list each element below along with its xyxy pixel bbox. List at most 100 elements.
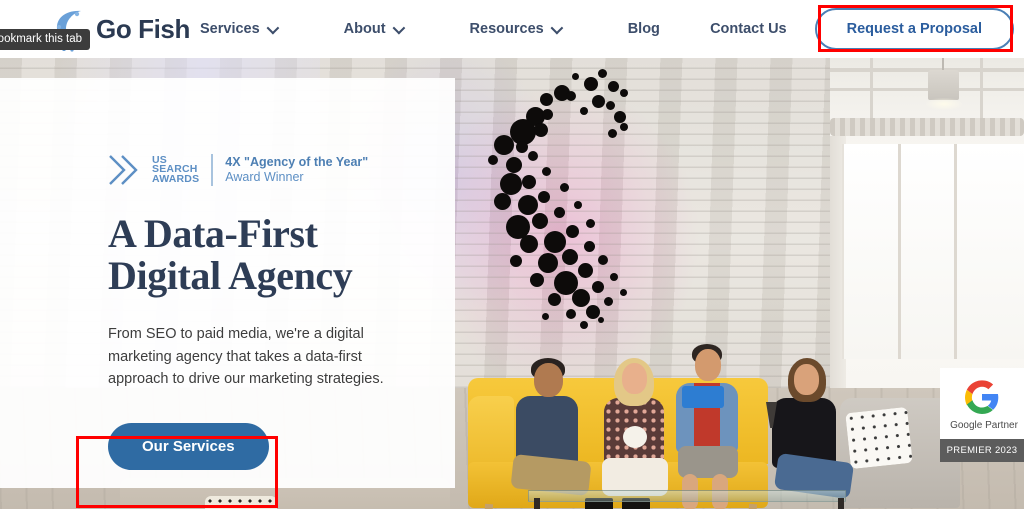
award-divider bbox=[211, 154, 214, 186]
art-bubble bbox=[530, 273, 544, 287]
award-text: 4X "Agency of the Year" Award Winner bbox=[225, 155, 368, 185]
art-bubble bbox=[534, 123, 548, 137]
sofa-leg bbox=[482, 503, 494, 509]
art-bubble bbox=[578, 263, 593, 278]
hero-paragraph: From SEO to paid media, we're a digital … bbox=[108, 326, 384, 387]
glass-coffee-table bbox=[528, 490, 846, 502]
art-bubble bbox=[608, 129, 617, 138]
art-bubble bbox=[494, 193, 511, 210]
art-bubble bbox=[584, 241, 595, 252]
art-bubble bbox=[580, 107, 588, 115]
ceiling-beam bbox=[830, 68, 1024, 72]
art-bubble bbox=[540, 93, 553, 106]
pendant-light-glow bbox=[926, 98, 962, 110]
held-blue-award bbox=[682, 386, 724, 408]
foreground-pillow bbox=[205, 496, 277, 509]
art-bubble bbox=[608, 81, 619, 92]
art-bubble bbox=[584, 77, 598, 91]
logo-text: Go Fish bbox=[96, 13, 190, 44]
nav-item-about[interactable]: About bbox=[343, 21, 405, 37]
art-bubble bbox=[542, 109, 553, 120]
glass-partition bbox=[842, 144, 1024, 359]
ceiling-beam bbox=[830, 88, 1024, 91]
art-bubble bbox=[548, 293, 561, 306]
art-bubble bbox=[510, 255, 522, 267]
nav-item-resources[interactable]: Resources bbox=[469, 21, 563, 37]
hvac-duct bbox=[830, 118, 1024, 136]
art-bubble bbox=[518, 195, 538, 215]
headline-line2: Digital Agency bbox=[108, 253, 353, 298]
art-bubble bbox=[542, 167, 551, 176]
google-g-icon bbox=[965, 380, 999, 414]
chevron-down-icon bbox=[392, 21, 405, 34]
art-bubble bbox=[528, 151, 538, 161]
head bbox=[622, 363, 647, 394]
navigation-bar: Go Fish Services About Resources Blog Co… bbox=[0, 0, 1024, 58]
art-bubble bbox=[606, 101, 615, 110]
our-services-button[interactable]: Our Services bbox=[108, 422, 269, 470]
award-badge: US SEARCH AWARDS 4X "Agency of the Year"… bbox=[108, 153, 438, 187]
held-award-ball bbox=[623, 426, 647, 448]
chevron-down-icon bbox=[550, 21, 563, 34]
art-bubble bbox=[516, 141, 528, 153]
art-bubble bbox=[580, 321, 588, 329]
head bbox=[794, 364, 819, 395]
nav-item-services[interactable]: Services bbox=[200, 21, 279, 37]
sofa-leg bbox=[746, 503, 758, 509]
art-bubble bbox=[574, 201, 582, 209]
art-bubble bbox=[542, 313, 549, 320]
page-title: A Data-First Digital Agency bbox=[108, 213, 438, 297]
google-partner-badge[interactable]: Google Partner PREMIER 2023 bbox=[940, 368, 1024, 462]
art-bubble bbox=[538, 253, 558, 273]
chevrons-icon bbox=[108, 153, 150, 187]
nav-label: About bbox=[343, 21, 386, 37]
art-bubble bbox=[494, 135, 514, 155]
google-partner-label: Google Partner bbox=[950, 420, 1018, 431]
window-mullion bbox=[898, 144, 901, 359]
art-bubble bbox=[520, 235, 538, 253]
page-root: US SEARCH AWARDS 4X "Agency of the Year"… bbox=[0, 0, 1024, 509]
primary-nav: Services About Resources Blog bbox=[200, 0, 660, 58]
head bbox=[695, 349, 721, 381]
art-bubble bbox=[604, 297, 613, 306]
request-a-proposal-button[interactable]: Request a Proposal bbox=[814, 8, 1014, 50]
google-partner-tier: PREMIER 2023 bbox=[940, 439, 1024, 462]
head bbox=[534, 363, 563, 397]
nav-actions: Contact Us Request a Proposal bbox=[710, 0, 1014, 58]
nav-item-blog[interactable]: Blog bbox=[628, 21, 660, 37]
art-bubble bbox=[566, 225, 579, 238]
art-bubble bbox=[620, 289, 627, 296]
award-subtitle: Award Winner bbox=[225, 170, 304, 184]
table-leg bbox=[838, 498, 844, 509]
art-bubble bbox=[586, 219, 595, 228]
art-bubble bbox=[610, 273, 618, 281]
window-mullion bbox=[954, 144, 957, 359]
art-bubble bbox=[620, 89, 628, 97]
art-bubble bbox=[620, 123, 628, 131]
art-bubble bbox=[614, 111, 626, 123]
art-bubble bbox=[562, 249, 578, 265]
art-bubble bbox=[506, 157, 522, 173]
art-bubble bbox=[598, 69, 607, 78]
art-bubble bbox=[554, 207, 565, 218]
award-org-name: US SEARCH AWARDS bbox=[150, 155, 199, 185]
nav-label: Services bbox=[200, 21, 260, 37]
shorts bbox=[678, 446, 738, 478]
nav-label: Blog bbox=[627, 21, 660, 37]
google-partner-top: Google Partner bbox=[940, 368, 1024, 439]
hero-content-panel: US SEARCH AWARDS 4X "Agency of the Year"… bbox=[0, 78, 455, 488]
award-title: 4X "Agency of the Year" bbox=[225, 155, 369, 169]
art-bubble bbox=[592, 95, 605, 108]
patterned-pillow bbox=[845, 406, 913, 470]
art-bubble bbox=[572, 289, 590, 307]
table-leg bbox=[534, 498, 540, 509]
art-bubble bbox=[522, 175, 536, 189]
art-bubble bbox=[532, 213, 548, 229]
art-bubble bbox=[566, 91, 576, 101]
art-bubble bbox=[544, 231, 566, 253]
bubble-art-installation bbox=[480, 63, 680, 329]
nav-label: Resources bbox=[469, 21, 544, 37]
ceiling bbox=[830, 58, 1024, 136]
chevron-down-icon bbox=[266, 21, 279, 34]
contact-us-link[interactable]: Contact Us bbox=[710, 21, 787, 37]
